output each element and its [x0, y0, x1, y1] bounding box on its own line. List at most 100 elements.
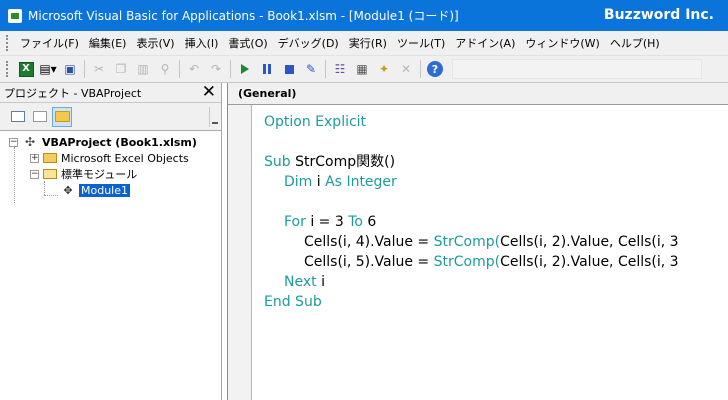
code-keyword: StrComp(: [433, 234, 501, 250]
code-keyword: StrComp(: [433, 254, 501, 270]
vba-project-icon: ✣: [24, 135, 36, 149]
toggle-folders-icon[interactable]: [52, 106, 72, 127]
menu-window[interactable]: ウィンドウ(W): [520, 35, 604, 51]
toolbar-grip[interactable]: [6, 61, 9, 77]
paste-icon[interactable]: ▥: [133, 59, 153, 79]
tree-item-module1[interactable]: ✥ Module1: [0, 182, 221, 198]
code-text: Cells(i, 2).Value, Cells(i, 3: [500, 254, 679, 270]
find-icon[interactable]: ⚲: [155, 59, 175, 79]
code-keyword: To: [348, 214, 363, 230]
expand-toggle[interactable]: +: [30, 153, 39, 163]
code-line[interactable]: Cells(i, 5).Value = StrComp(Cells(i, 2).…: [264, 252, 728, 272]
code-editor[interactable]: Option Explicit Sub StrComp関数() Dim i As I…: [264, 112, 728, 400]
collapse-toggle[interactable]: −: [9, 137, 18, 147]
code-line[interactable]: Option Explicit: [264, 112, 728, 132]
code-text: i: [316, 274, 325, 290]
excel-view-icon[interactable]: X: [16, 59, 36, 79]
menubar-grip[interactable]: [6, 35, 9, 51]
standard-toolbar: X ▤▾ ▣ ✂ ❐ ▥ ⚲ ↶ ↷ ✎ ☷ ▦ ✦ ✕ ?: [0, 56, 728, 83]
object-browser-icon[interactable]: ✦: [374, 59, 394, 79]
module-icon: ✥: [63, 183, 73, 197]
tree-label: Microsoft Excel Objects: [61, 151, 189, 165]
open-folder-icon: [43, 169, 57, 179]
toolbar-separator: [230, 60, 231, 78]
object-dropdown[interactable]: (General): [238, 87, 296, 100]
break-icon[interactable]: [257, 59, 277, 79]
folder-icon: [43, 153, 57, 163]
project-explorer: プロジェクト - VBAProject ✕ − ✣ VBAProject (Bo…: [0, 83, 222, 400]
code-keyword: For: [284, 214, 306, 230]
window-title: Microsoft Visual Basic for Applications …: [28, 9, 459, 23]
toolbar-separator: [325, 60, 326, 78]
toolbox-icon[interactable]: ✕: [396, 59, 416, 79]
code-text: Cells(i, 5).Value =: [304, 254, 434, 270]
menu-run[interactable]: 実行(R): [344, 35, 392, 51]
collapse-toggle[interactable]: −: [30, 169, 39, 179]
code-line[interactable]: For i = 3 To 6: [264, 212, 728, 232]
help-icon[interactable]: ?: [425, 59, 445, 79]
insert-module-icon[interactable]: ▤▾: [38, 59, 58, 79]
code-line[interactable]: [264, 192, 728, 212]
menu-tools[interactable]: ツール(T): [392, 35, 450, 51]
reset-icon[interactable]: [279, 59, 299, 79]
code-keyword: Option Explicit: [264, 114, 367, 130]
code-text: Cells(i, 4).Value =: [304, 234, 434, 250]
view-object-icon[interactable]: [30, 107, 50, 127]
tree-label: Module1: [79, 183, 130, 197]
project-explorer-toolbar: [0, 103, 221, 131]
close-icon[interactable]: ✕: [202, 84, 216, 101]
undo-icon[interactable]: ↶: [184, 59, 204, 79]
design-mode-icon[interactable]: ✎: [301, 59, 321, 79]
margin-indicator-bar[interactable]: [228, 105, 252, 400]
code-line[interactable]: [264, 132, 728, 152]
code-text: i = 3: [305, 214, 349, 230]
tree-item-excel-objects[interactable]: + Microsoft Excel Objects: [0, 150, 221, 166]
code-window-header: (General): [228, 83, 728, 105]
menu-addins[interactable]: アドイン(A): [450, 35, 520, 51]
code-keyword: Integer: [346, 174, 397, 190]
brand-watermark: Buzzword Inc.: [603, 7, 714, 23]
tree-label: VBAProject (Book1.xlsm): [42, 135, 197, 149]
code-line[interactable]: End Sub: [264, 292, 728, 312]
save-icon[interactable]: ▣: [60, 59, 80, 79]
properties-icon[interactable]: ▦: [352, 59, 372, 79]
code-text: Cells(i, 2).Value, Cells(i, 3: [500, 234, 679, 250]
menu-file[interactable]: ファイル(F): [15, 35, 84, 51]
project-explorer-title: プロジェクト - VBAProject: [4, 86, 142, 100]
menu-format[interactable]: 書式(O): [223, 35, 272, 51]
scroll-indicator[interactable]: [209, 107, 219, 127]
menu-insert[interactable]: 挿入(I): [180, 35, 224, 51]
code-line[interactable]: Next i: [264, 272, 728, 292]
tree-item-vbaproject[interactable]: − ✣ VBAProject (Book1.xlsm): [0, 134, 221, 150]
project-explorer-icon[interactable]: ☷: [330, 59, 350, 79]
toolbar-separator: [179, 60, 180, 78]
code-keyword: As: [325, 174, 342, 190]
code-keyword: Next: [284, 274, 317, 290]
code-line[interactable]: Dim i As Integer: [264, 172, 728, 192]
menu-view[interactable]: 表示(V): [131, 35, 179, 51]
redo-icon[interactable]: ↷: [206, 59, 226, 79]
menu-debug[interactable]: デバッグ(D): [273, 35, 344, 51]
code-text: StrComp関数(): [290, 154, 396, 170]
run-icon[interactable]: [235, 59, 255, 79]
tree-label: 標準モジュール: [61, 168, 138, 181]
code-line[interactable]: Cells(i, 4).Value = StrComp(Cells(i, 2).…: [264, 232, 728, 252]
code-text: i: [312, 174, 326, 190]
code-keyword: Sub: [264, 154, 291, 170]
toolbar-separator: [420, 60, 421, 78]
code-keyword: End Sub: [264, 294, 322, 310]
code-window: (General) Option Explicit Sub StrComp関数()…: [227, 83, 728, 400]
copy-icon[interactable]: ❐: [111, 59, 131, 79]
project-explorer-header: プロジェクト - VBAProject ✕: [0, 83, 221, 103]
cut-icon[interactable]: ✂: [89, 59, 109, 79]
vba-app-icon[interactable]: [8, 8, 22, 23]
menu-help[interactable]: ヘルプ(H): [605, 35, 665, 51]
code-line[interactable]: Sub StrComp関数(): [264, 152, 728, 172]
menu-edit[interactable]: 編集(E): [84, 35, 132, 51]
title-bar: Microsoft Visual Basic for Applications …: [0, 0, 728, 31]
view-code-icon[interactable]: [8, 107, 28, 127]
code-keyword: Dim: [284, 174, 313, 190]
code-text: 6: [362, 214, 377, 230]
tree-item-standard-modules[interactable]: − 標準モジュール: [0, 166, 221, 182]
project-tree: − ✣ VBAProject (Book1.xlsm) + Microsoft …: [0, 131, 221, 203]
